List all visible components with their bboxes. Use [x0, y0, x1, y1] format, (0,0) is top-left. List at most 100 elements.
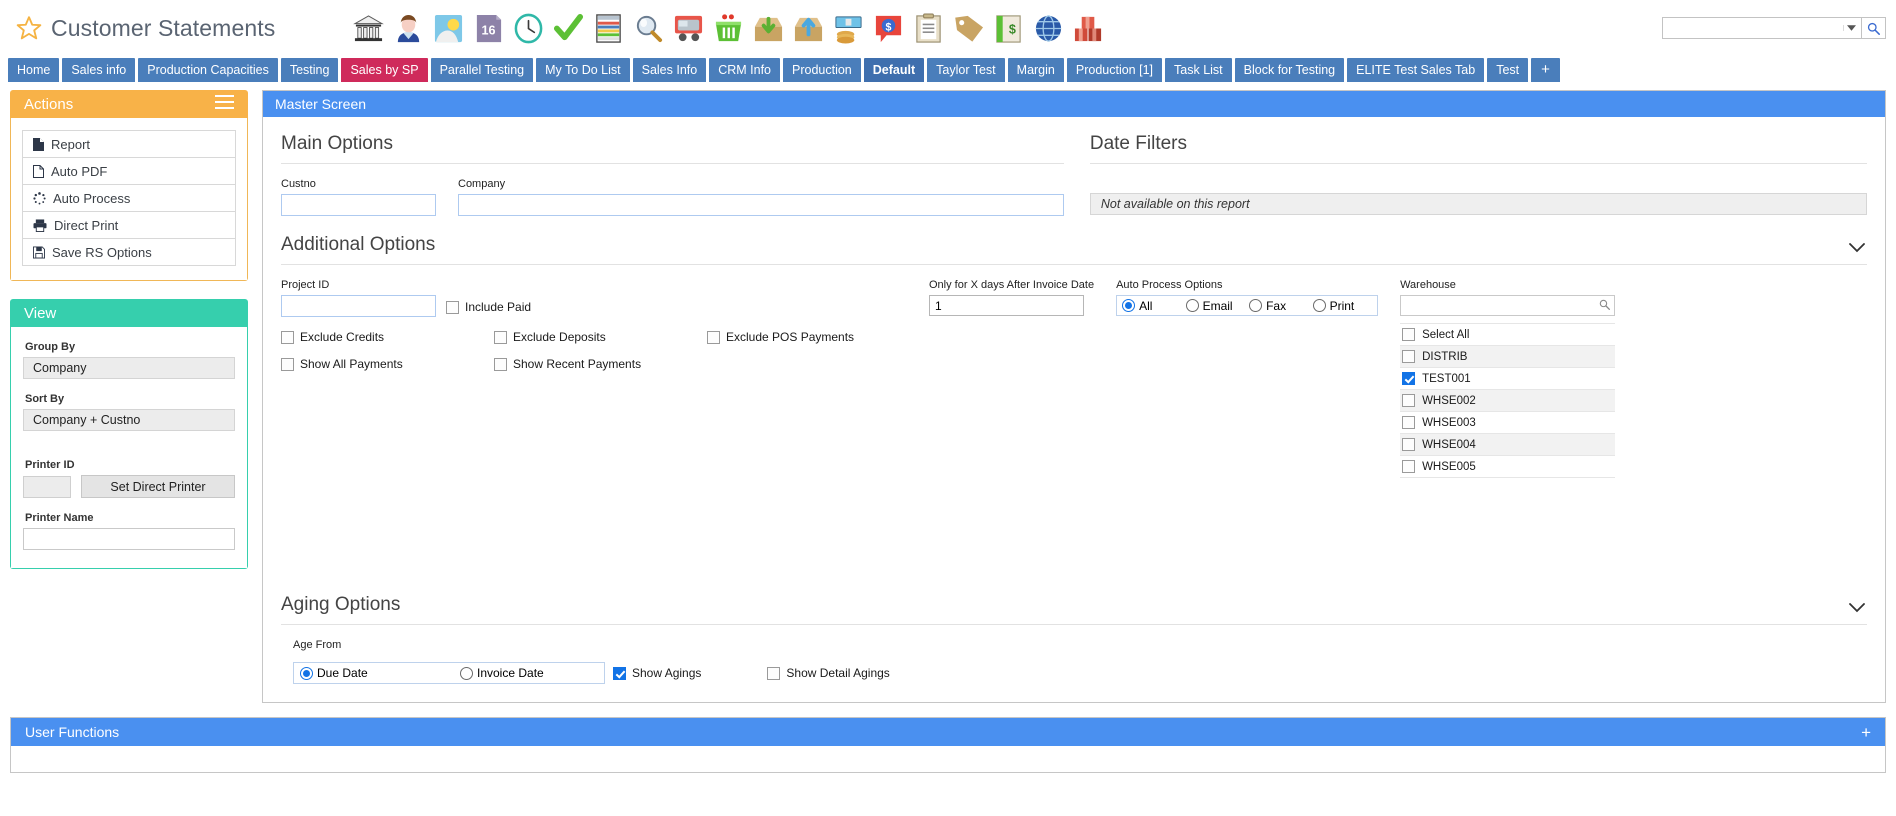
tab-production[interactable]: Production	[783, 58, 861, 82]
show-agings-checkbox[interactable]: Show Agings	[613, 666, 701, 680]
exclude-credits-checkbox[interactable]: Exclude Credits	[281, 330, 494, 344]
star-icon[interactable]	[16, 15, 42, 41]
tab-my-to-do-list[interactable]: My To Do List	[536, 58, 630, 82]
days-after-invoice-input[interactable]	[929, 295, 1084, 316]
show-all-payments-checkbox[interactable]: Show All Payments	[281, 357, 494, 371]
action-save-rs-options[interactable]: Save RS Options	[23, 239, 235, 266]
exclude-pos-payments-checkbox[interactable]: Exclude POS Payments	[707, 330, 920, 344]
warehouse-item[interactable]: DISTRIB	[1400, 346, 1616, 368]
tab-parallel-testing[interactable]: Parallel Testing	[430, 58, 534, 82]
clock-icon[interactable]	[513, 13, 544, 44]
search-box[interactable]	[1662, 17, 1862, 39]
printer-name-input[interactable]	[23, 528, 235, 550]
tab-sales-by-sp[interactable]: Sales by SP	[341, 58, 428, 82]
chevron-down-icon[interactable]	[1849, 600, 1867, 618]
printer-id-input[interactable]	[23, 475, 71, 498]
checkbox-box[interactable]	[494, 330, 507, 344]
search-icon[interactable]	[1599, 297, 1611, 315]
checkbox-box[interactable]	[281, 357, 294, 371]
chevron-down-icon[interactable]	[1843, 25, 1859, 31]
exclude-deposits-checkbox[interactable]: Exclude Deposits	[494, 330, 707, 344]
age-from-due-date-radio[interactable]: Due Date	[300, 666, 460, 680]
action-direct-print[interactable]: Direct Print	[23, 212, 235, 239]
checkbox-box[interactable]	[1402, 350, 1416, 363]
radio-dot[interactable]	[1122, 299, 1136, 312]
radio-dot[interactable]	[460, 666, 473, 680]
action-auto-process[interactable]: Auto Process	[23, 185, 235, 212]
tab-task-list[interactable]: Task List	[1165, 58, 1232, 82]
radio-dot[interactable]	[1185, 299, 1199, 312]
calendar-16-icon[interactable]: 16	[473, 13, 504, 44]
auto-process-email-radio[interactable]: Email	[1185, 299, 1246, 313]
set-direct-printer-button[interactable]: Set Direct Printer	[81, 475, 235, 498]
money-book-icon[interactable]: $	[993, 13, 1024, 44]
tab-production-capacities[interactable]: Production Capacities	[138, 58, 278, 82]
warehouse-search-box[interactable]	[1400, 295, 1616, 316]
checkbox-box[interactable]	[281, 330, 294, 344]
auto-process-print-radio[interactable]: Print	[1312, 299, 1373, 313]
bank-icon[interactable]	[353, 13, 385, 44]
warehouse-item[interactable]: TEST001	[1400, 368, 1616, 390]
spreadsheet-icon[interactable]	[593, 13, 624, 44]
radio-dot[interactable]	[300, 666, 313, 680]
tab-production-1[interactable]: Production [1]	[1066, 58, 1163, 82]
checkbox-box[interactable]	[1402, 460, 1416, 473]
warehouse-item[interactable]: WHSE004	[1400, 434, 1616, 456]
show-detail-agings-checkbox[interactable]: Show Detail Agings	[767, 666, 890, 680]
action-report[interactable]: Report	[23, 131, 235, 158]
tab-sales-info[interactable]: Sales Info	[632, 58, 707, 82]
search-icon[interactable]	[1862, 17, 1886, 39]
checkbox-box[interactable]	[767, 666, 781, 680]
action-auto-pdf[interactable]: Auto PDF	[23, 158, 235, 185]
inbox-download-icon[interactable]	[753, 13, 784, 44]
checkbox-box[interactable]	[707, 330, 720, 344]
checkbox-box[interactable]	[494, 357, 507, 371]
warehouse-item[interactable]: WHSE005	[1400, 456, 1616, 478]
tab-margin[interactable]: Margin	[1007, 58, 1064, 82]
warehouse-item[interactable]: Select All	[1400, 324, 1616, 346]
globe-network-icon[interactable]	[1033, 13, 1064, 44]
auto-process-all-radio[interactable]: All	[1122, 299, 1182, 313]
tab-elite-test-sales-tab[interactable]: ELITE Test Sales Tab	[1347, 58, 1485, 82]
project-id-input[interactable]	[281, 295, 436, 317]
show-recent-payments-checkbox[interactable]: Show Recent Payments	[494, 357, 707, 371]
radio-dot[interactable]	[1249, 299, 1263, 312]
warehouse-item[interactable]: WHSE003	[1400, 412, 1616, 434]
checkbox-box[interactable]	[1402, 394, 1416, 407]
outbox-upload-icon[interactable]	[793, 13, 824, 44]
search-input[interactable]	[1669, 20, 1843, 36]
checkbox-box[interactable]	[1402, 438, 1416, 451]
add-tab-button[interactable]: +	[1531, 58, 1560, 82]
delivery-truck-icon[interactable]	[673, 13, 704, 44]
tab-block-for-testing[interactable]: Block for Testing	[1234, 58, 1345, 82]
clipboard-notes-icon[interactable]	[913, 12, 944, 44]
price-quote-icon[interactable]: $	[873, 13, 904, 44]
checkbox-box[interactable]	[613, 666, 626, 680]
company-input[interactable]	[458, 194, 1064, 216]
auto-process-fax-radio[interactable]: Fax	[1249, 299, 1309, 313]
tab-crm-info[interactable]: CRM Info	[709, 58, 780, 82]
include-paid-checkbox[interactable]: Include Paid	[446, 300, 531, 317]
tab-sales-info[interactable]: Sales info	[62, 58, 136, 82]
checkbox-box[interactable]	[446, 300, 459, 314]
tab-default[interactable]: Default	[863, 58, 925, 82]
checkbox-box[interactable]	[1402, 328, 1416, 341]
warehouse-boxes-icon[interactable]	[1073, 13, 1104, 44]
custno-input[interactable]	[281, 194, 436, 216]
plus-icon[interactable]: +	[1861, 724, 1871, 741]
weather-icon[interactable]	[433, 13, 464, 44]
warehouse-item[interactable]: WHSE002	[1400, 390, 1616, 412]
magnifier-icon[interactable]	[633, 13, 664, 44]
age-from-invoice-date-radio[interactable]: Invoice Date	[460, 666, 544, 680]
checkmark-icon[interactable]	[553, 13, 584, 44]
tag-label-icon[interactable]	[953, 13, 984, 44]
sort-by-value[interactable]: Company + Custno	[23, 409, 235, 431]
tab-test[interactable]: Test	[1487, 58, 1529, 82]
shopping-basket-icon[interactable]	[713, 13, 744, 44]
tab-taylor-test[interactable]: Taylor Test	[927, 58, 1005, 82]
hamburger-icon[interactable]	[215, 95, 234, 113]
contact-person-icon[interactable]	[393, 13, 424, 44]
warehouse-search-input[interactable]	[1405, 297, 1600, 314]
checkbox-box[interactable]	[1402, 372, 1416, 385]
group-by-value[interactable]: Company	[23, 357, 235, 379]
